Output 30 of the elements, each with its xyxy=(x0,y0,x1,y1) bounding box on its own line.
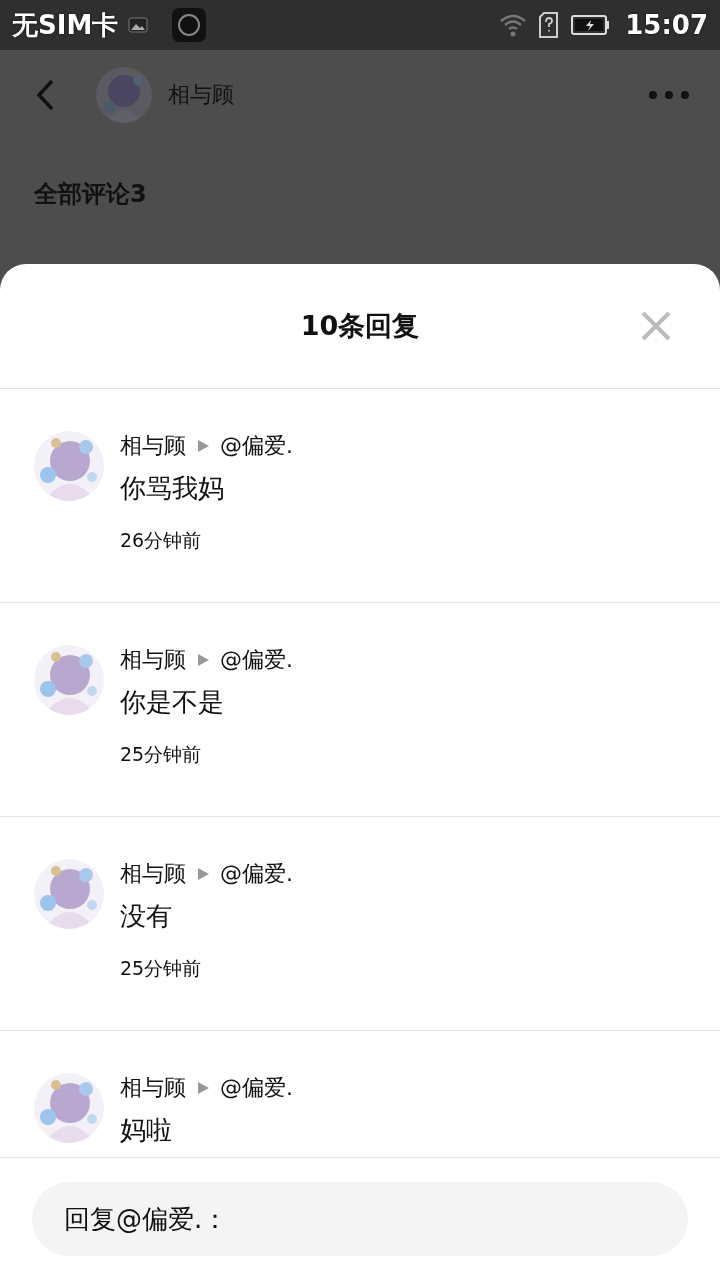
reply-time: 25分钟前 xyxy=(120,742,203,767)
author-name[interactable]: 相与顾 xyxy=(120,1073,186,1103)
author-name[interactable]: 相与顾 xyxy=(120,859,186,889)
app-icon xyxy=(172,8,207,42)
play-arrow-icon xyxy=(196,439,210,453)
battery-icon xyxy=(571,13,612,37)
author-name[interactable]: 相与顾 xyxy=(120,645,186,675)
image-icon xyxy=(128,16,149,34)
sheet-title: 10条回复 xyxy=(300,309,420,343)
section-title: 全部评论3 xyxy=(33,179,148,210)
play-arrow-icon xyxy=(196,867,210,881)
reply-text: 没有 xyxy=(120,900,173,933)
clock-time: 15:07 xyxy=(625,10,708,40)
reply-time: 26分钟前 xyxy=(120,528,203,553)
author-name[interactable]: 相与顾 xyxy=(120,431,186,461)
reply-text: 妈啦 xyxy=(120,1114,173,1147)
reply-target[interactable]: @偏爱. xyxy=(220,645,293,675)
reply-target[interactable]: @偏爱. xyxy=(220,431,293,461)
reply-text: 你骂我妈 xyxy=(120,472,225,505)
user-name: 相与顾 xyxy=(168,81,234,109)
play-arrow-icon xyxy=(196,1081,210,1095)
reply-time: 25分钟前 xyxy=(120,956,203,981)
reply-text: 你是不是 xyxy=(120,686,225,719)
close-icon[interactable] xyxy=(640,310,672,342)
play-arrow-icon xyxy=(196,653,210,667)
reply-input-field[interactable]: 回复@偏爱.： xyxy=(32,1182,688,1256)
reply-target[interactable]: @偏爱. xyxy=(220,859,293,889)
reply-target[interactable]: @偏爱. xyxy=(220,1073,293,1103)
more-icon[interactable] xyxy=(648,90,690,100)
carrier-text: 无SIM卡 xyxy=(12,8,119,42)
